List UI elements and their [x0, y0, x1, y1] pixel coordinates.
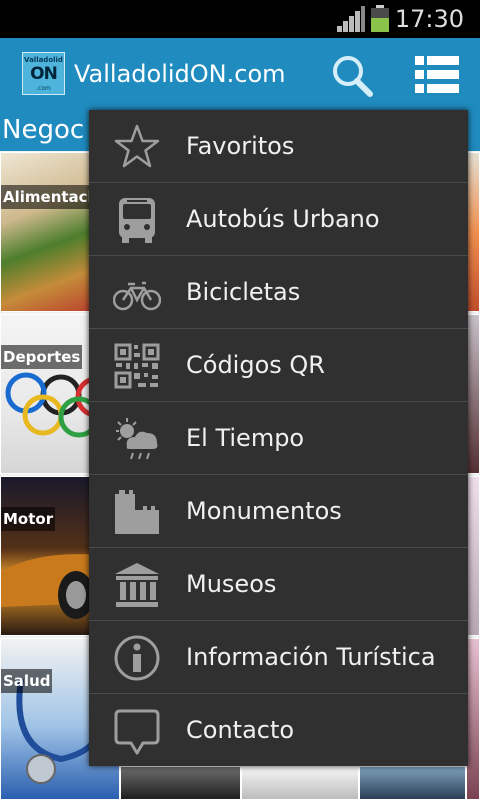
qr-code-icon: [114, 343, 160, 389]
app-title: ValladolidON.com: [74, 60, 286, 88]
menu-item-informacion-turistica[interactable]: Información Turística: [89, 621, 468, 694]
category-tile-partial[interactable]: [466, 152, 480, 312]
logo-text-top: Valladolid: [24, 56, 63, 64]
search-icon: [333, 56, 373, 97]
menu-item-el-tiempo[interactable]: El Tiempo: [89, 402, 468, 475]
status-clock: 17:30: [394, 5, 464, 33]
navigation-dropdown-menu: Favoritos Autobús Urbano Bicicletas Códi…: [89, 110, 468, 766]
menu-item-museos[interactable]: Museos: [89, 548, 468, 621]
speech-bubble-icon: [114, 709, 160, 755]
menu-item-contacto[interactable]: Contacto: [89, 694, 468, 767]
category-tile-partial[interactable]: [466, 476, 480, 636]
app-logo[interactable]: Valladolid ON .com: [22, 52, 65, 95]
museum-icon: [115, 563, 159, 607]
status-bar: 17:30: [0, 0, 480, 38]
action-bar: Valladolid ON .com ValladolidON.com: [0, 38, 480, 110]
menu-item-autobus-urbano[interactable]: Autobús Urbano: [89, 183, 468, 256]
category-tile-label: Motor: [1, 507, 56, 531]
list-menu-button[interactable]: [407, 50, 465, 98]
menu-item-monumentos[interactable]: Monumentos: [89, 475, 468, 548]
category-tile-partial[interactable]: [241, 766, 359, 800]
bicycle-icon: [113, 281, 161, 311]
castle-icon: [115, 490, 159, 534]
menu-item-favoritos[interactable]: Favoritos: [89, 110, 468, 183]
bus-icon: [119, 198, 155, 243]
category-tile-partial[interactable]: [466, 638, 480, 800]
info-icon: [114, 635, 160, 681]
logo-text-bottom: .com: [36, 85, 51, 92]
category-tile-label: Alimentaci: [1, 185, 95, 209]
menu-item-label: Bicicletas: [186, 278, 301, 306]
menu-item-label: Autobús Urbano: [186, 205, 380, 233]
signal-strength-icon: [337, 6, 365, 32]
battery-icon: [371, 5, 389, 32]
category-tile-partial[interactable]: [120, 766, 241, 800]
logo-text-mid: ON: [30, 64, 58, 84]
menu-item-bicicletas[interactable]: Bicicletas: [89, 256, 468, 329]
menu-item-label: El Tiempo: [186, 424, 305, 452]
list-menu-icon: [415, 56, 459, 93]
menu-item-label: Información Turística: [186, 643, 436, 671]
menu-item-label: Museos: [186, 570, 277, 598]
menu-item-label: Favoritos: [186, 132, 295, 160]
category-tile-label: Deportes: [1, 345, 83, 369]
menu-item-label: Contacto: [186, 716, 295, 744]
weather-icon: [116, 418, 158, 460]
category-tile-label: Salud: [1, 669, 53, 693]
category-tile-partial[interactable]: [359, 766, 466, 800]
menu-item-label: Monumentos: [186, 497, 342, 525]
star-icon: [114, 124, 160, 168]
menu-item-codigos-qr[interactable]: Códigos QR: [89, 329, 468, 402]
search-button[interactable]: [328, 51, 378, 99]
menu-item-label: Códigos QR: [186, 351, 325, 379]
category-tile-partial[interactable]: [466, 314, 480, 474]
section-title-text: Negoc: [2, 115, 85, 145]
